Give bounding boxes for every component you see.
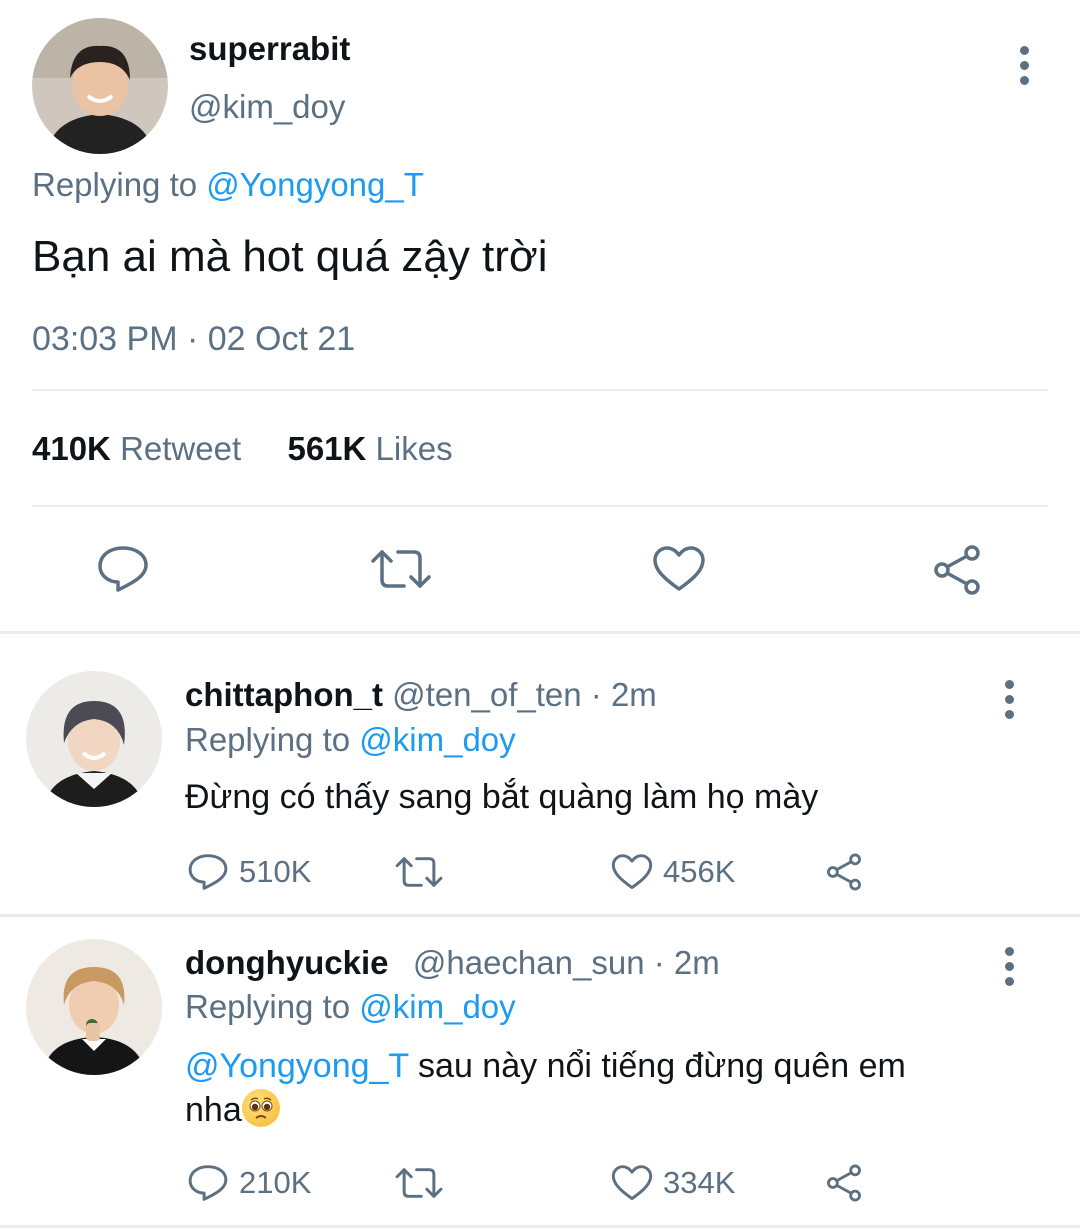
section-separator xyxy=(0,1225,1080,1228)
tweet-text: Bạn ai mà hot quá zậy trời xyxy=(32,232,548,281)
engagement-stats: 410K Retweet 561K Likes xyxy=(32,430,453,468)
reply-metric[interactable]: 210K xyxy=(187,1163,311,1203)
reply-text: Đừng có thấy sang bắt quàng làm họ mày xyxy=(185,778,819,816)
like-icon xyxy=(611,854,653,890)
reply-header: chittaphon_t @ten_of_ten · 2m xyxy=(185,676,657,714)
reply-icon[interactable] xyxy=(96,544,150,594)
avatar[interactable] xyxy=(26,671,162,807)
retweet-label[interactable]: Retweet xyxy=(120,430,241,467)
section-separator xyxy=(0,914,1080,917)
share-icon[interactable] xyxy=(824,1163,874,1203)
replying-to-line: Replying to @kim_doy xyxy=(185,988,516,1026)
like-count: 456K xyxy=(663,854,736,889)
replying-label: Replying to xyxy=(185,988,351,1025)
reply-text-line1: sau này nổi tiếng đừng quên em xyxy=(408,1047,906,1085)
retweet-count[interactable]: 410K xyxy=(32,430,111,467)
replying-to-link[interactable]: @Yongyong_T xyxy=(206,166,424,203)
avatar[interactable] xyxy=(32,18,168,154)
reply-count: 210K xyxy=(239,1165,312,1200)
pleading-face-emoji xyxy=(241,1089,280,1127)
divider xyxy=(32,505,1048,507)
reply-header: donghyuckie @haechan_sun · 2m xyxy=(185,944,720,982)
more-icon[interactable] xyxy=(1014,46,1034,91)
handle-time[interactable]: @haechan_sun · 2m xyxy=(413,944,720,981)
like-metric[interactable]: 334K xyxy=(611,1164,735,1202)
like-label[interactable]: Likes xyxy=(376,430,453,467)
like-metric[interactable]: 456K xyxy=(611,853,735,891)
display-name[interactable]: superrabit xyxy=(189,30,350,68)
like-count[interactable]: 561K xyxy=(287,430,366,467)
reply-icon xyxy=(188,854,228,890)
replying-label: Replying to xyxy=(32,166,198,203)
share-icon[interactable] xyxy=(930,544,984,596)
replying-to-link[interactable]: @kim_doy xyxy=(359,721,515,758)
reply-text: @Yongyong_T sau này nổi tiếng đừng quên … xyxy=(185,1044,906,1132)
handle[interactable]: @kim_doy xyxy=(189,88,345,126)
avatar[interactable] xyxy=(26,939,162,1075)
like-icon[interactable] xyxy=(652,545,706,593)
like-count: 334K xyxy=(663,1165,736,1200)
replying-to-line: Replying to @Yongyong_T xyxy=(32,166,424,204)
share-icon[interactable] xyxy=(824,852,874,892)
handle-time[interactable]: @ten_of_ten · 2m xyxy=(392,676,657,713)
timestamp[interactable]: 03:03 PM · 02 Oct 21 xyxy=(32,320,355,359)
reply-icon xyxy=(188,1165,228,1201)
section-separator xyxy=(0,631,1080,634)
more-icon[interactable] xyxy=(999,680,1019,725)
retweet-icon xyxy=(395,857,443,887)
retweet-metric[interactable] xyxy=(394,854,454,890)
more-icon[interactable] xyxy=(999,947,1019,992)
retweet-icon[interactable] xyxy=(370,546,432,592)
replying-label: Replying to xyxy=(185,721,351,758)
retweet-icon xyxy=(395,1168,443,1198)
reply-count: 510K xyxy=(239,854,312,889)
replying-to-link[interactable]: @kim_doy xyxy=(359,988,515,1025)
reply-text-line2: nha xyxy=(185,1091,242,1129)
display-name[interactable]: chittaphon_t xyxy=(185,676,383,713)
display-name[interactable]: donghyuckie xyxy=(185,944,389,981)
retweet-metric[interactable] xyxy=(394,1165,454,1201)
like-icon xyxy=(611,1165,653,1201)
reply-metric[interactable]: 510K xyxy=(187,852,311,892)
divider xyxy=(32,389,1048,391)
mention-link[interactable]: @Yongyong_T xyxy=(185,1047,409,1085)
replying-to-line: Replying to @kim_doy xyxy=(185,721,516,759)
